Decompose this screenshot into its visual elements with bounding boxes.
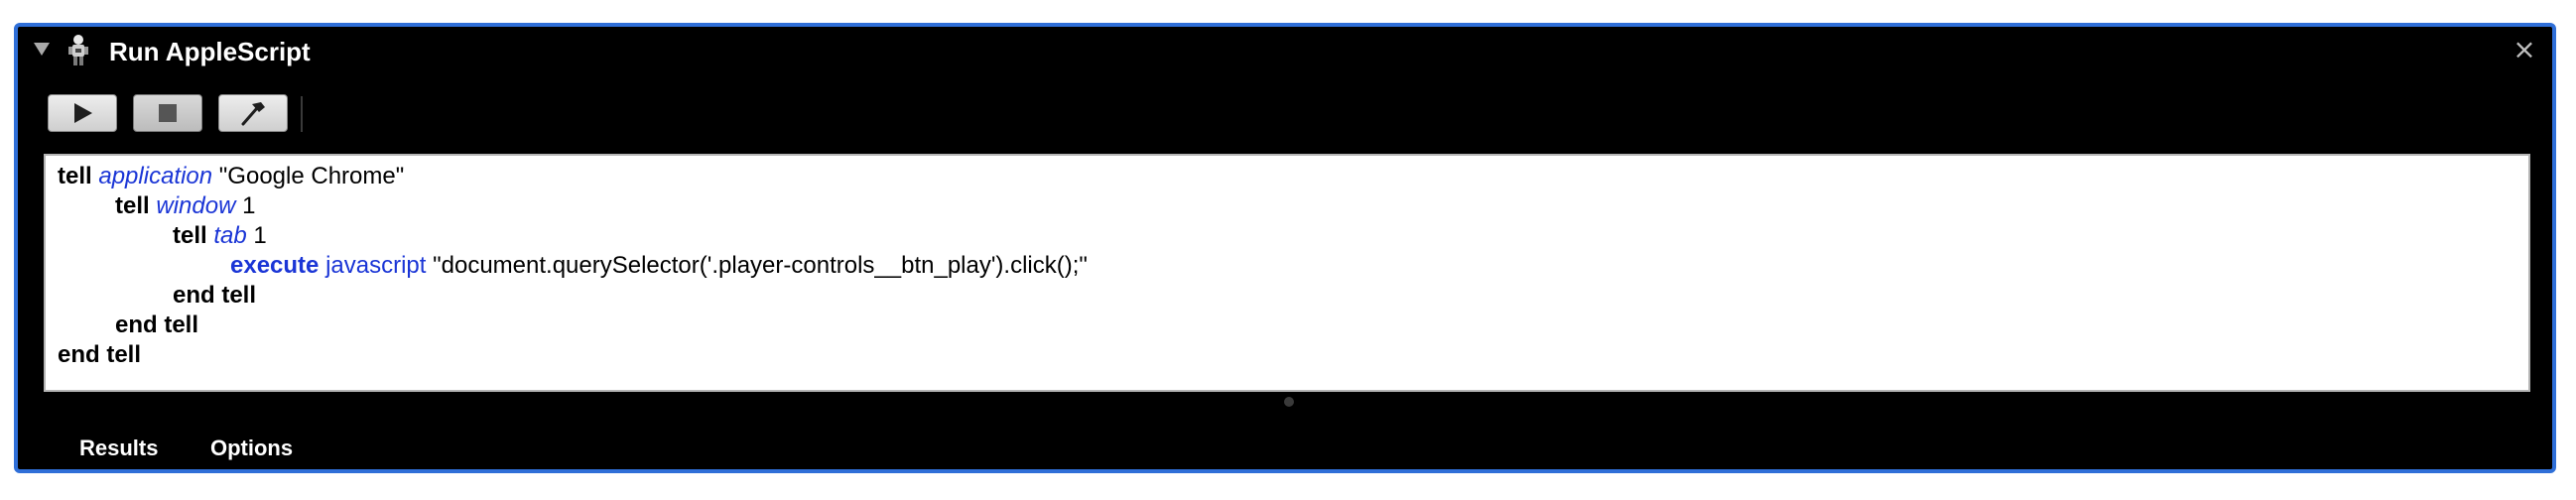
run-button[interactable] [48,94,117,132]
disclosure-triangle-icon[interactable] [34,43,50,56]
script-line: tell tab 1 [173,222,267,249]
stop-button[interactable] [133,94,202,132]
script-editor[interactable]: tell application "Google Chrome" tell wi… [44,154,2530,392]
run-applescript-action: Run AppleScript × tell application "Goog… [14,23,2556,473]
compile-button[interactable] [218,94,288,132]
tab-options[interactable]: Options [210,434,293,463]
hammer-icon [241,102,265,126]
resize-handle[interactable] [1284,397,1294,407]
action-header: Run AppleScript × [18,27,2552,78]
script-line: execute javascript "document.querySelect… [230,252,1088,279]
toolbar-divider [301,96,303,132]
action-title: Run AppleScript [109,37,311,66]
close-icon[interactable]: × [2511,36,2538,63]
script-line: end tell [58,341,142,368]
stop-icon [159,104,177,122]
play-icon [74,103,92,123]
tab-results[interactable]: Results [79,434,158,463]
script-line: tell window 1 [115,192,256,219]
script-line: end tell [115,312,199,338]
script-line: tell application "Google Chrome" [58,163,405,189]
script-line: end tell [173,282,257,309]
automator-robot-icon [68,35,88,65]
